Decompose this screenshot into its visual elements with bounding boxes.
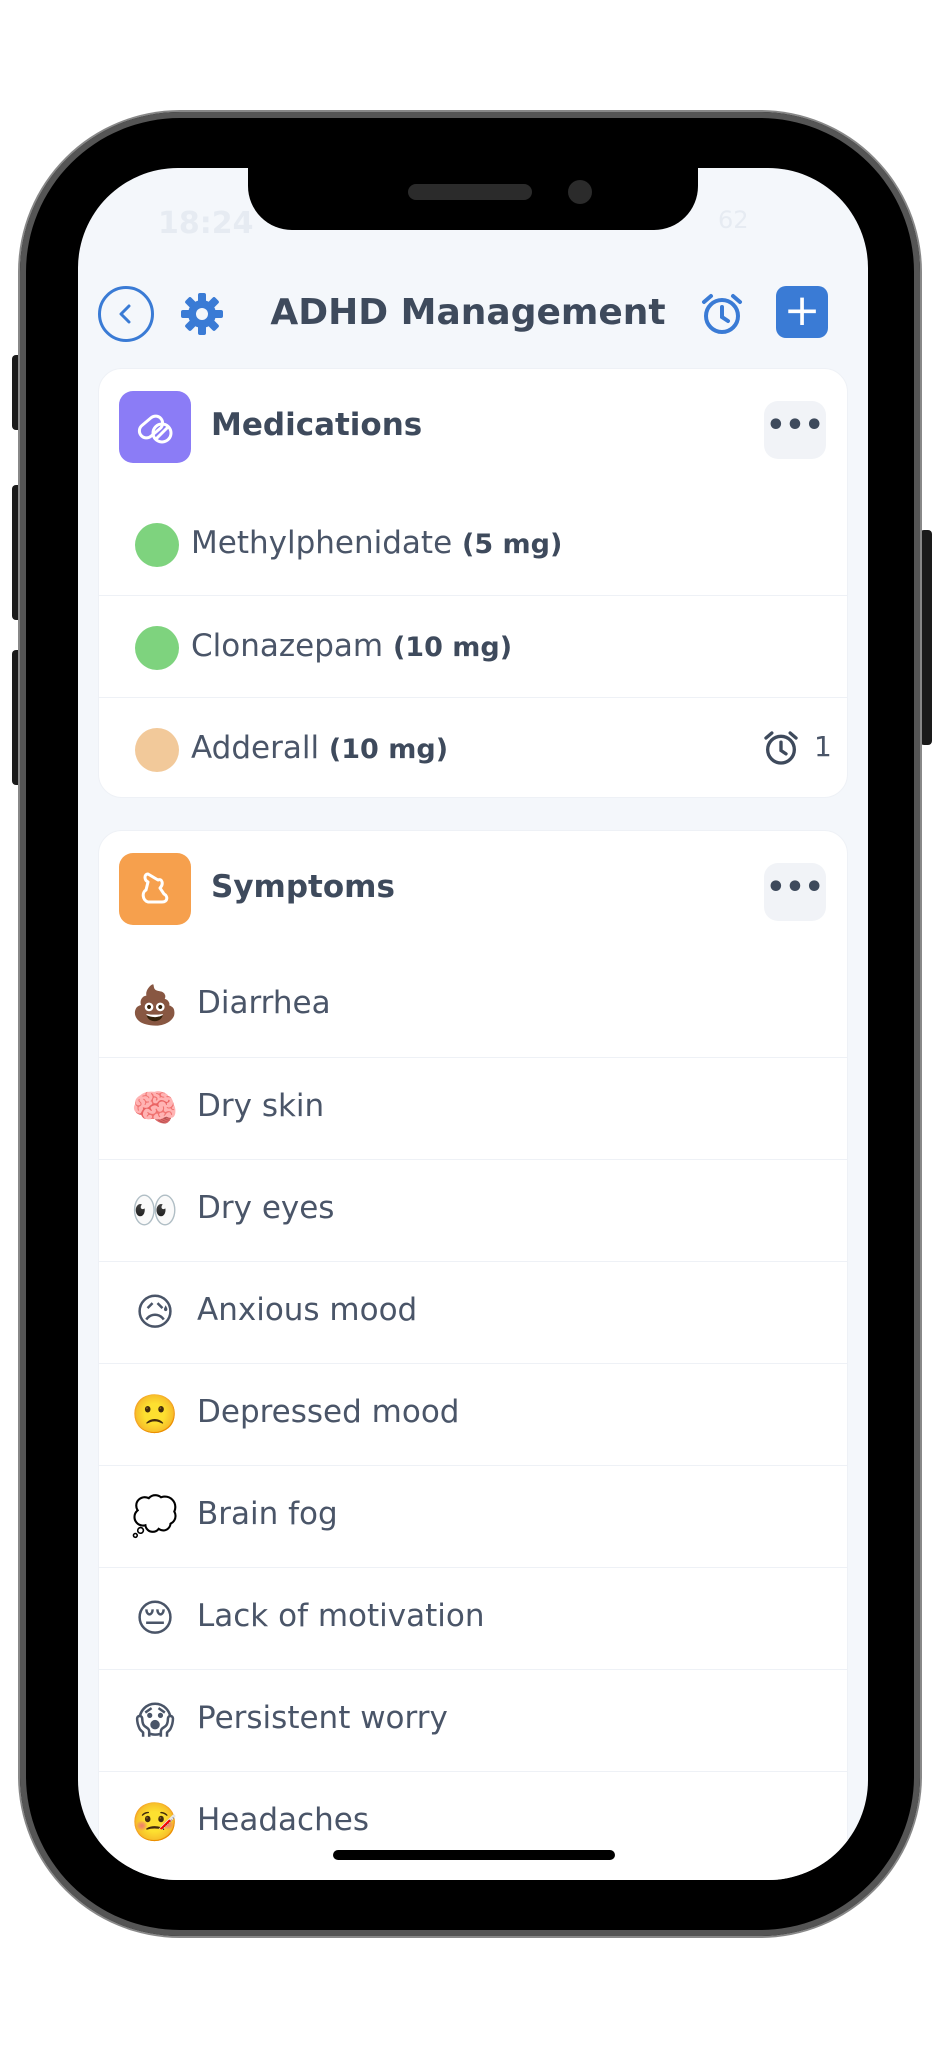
medication-name: Methylphenidate	[191, 525, 453, 561]
alarm-clock-icon[interactable]	[761, 728, 801, 768]
medication-name: Clonazepam	[191, 628, 384, 664]
poop-emoji-icon: 💩	[131, 983, 179, 1027]
medication-row[interactable]: Clonazepam (10 mg)	[99, 595, 847, 698]
green-pill-icon	[135, 626, 179, 670]
symptom-name: Anxious mood	[197, 1292, 418, 1328]
symptoms-more-button[interactable]: •••	[764, 863, 826, 921]
thermometer-face-emoji-icon: 🤒	[131, 1800, 179, 1844]
medications-more-button[interactable]: •••	[764, 401, 826, 459]
app-header: ADHD Management +	[78, 278, 868, 358]
chevron-left-icon	[119, 304, 131, 324]
symptoms-title: Symptoms	[211, 869, 395, 905]
status-battery: 62	[718, 206, 749, 234]
medication-dose: (10 mg)	[328, 734, 449, 765]
medication-dose: (10 mg)	[392, 632, 513, 663]
alarm-clock-icon[interactable]	[698, 290, 746, 338]
thought-bubble-emoji-icon: 💭	[131, 1494, 179, 1538]
symptom-name: Headaches	[197, 1802, 369, 1838]
symptom-name: Diarrhea	[197, 985, 331, 1021]
medication-dose: (5 mg)	[462, 529, 563, 560]
reminder-count: 1	[814, 730, 832, 763]
symptom-row[interactable]: 💩 Diarrhea	[99, 955, 847, 1057]
speaker	[408, 184, 532, 200]
symptoms-card: Symptoms ••• 💩 Diarrhea 🧠 Dry skin 👀 Dry…	[98, 830, 848, 1880]
screaming-face-emoji-icon: 😱	[135, 1698, 175, 1742]
anxious-face-emoji-icon: 😥	[135, 1290, 175, 1334]
orange-pill-icon	[135, 728, 179, 772]
symptom-row[interactable]: 😔 Lack of motivation	[99, 1567, 847, 1670]
symptom-name: Lack of motivation	[197, 1598, 485, 1634]
back-button[interactable]	[98, 286, 154, 342]
symptoms-header: Symptoms •••	[99, 831, 847, 955]
medications-header: Medications •••	[99, 369, 847, 493]
pensive-face-emoji-icon: 😔	[135, 1596, 175, 1640]
camera	[568, 180, 592, 204]
symptom-name: Dry skin	[197, 1088, 325, 1124]
medications-title: Medications	[211, 407, 423, 443]
home-indicator[interactable]	[333, 1850, 615, 1860]
phone-screen: 18:24 62 ADHD Management + Medications •…	[78, 168, 868, 1880]
pills-icon	[119, 391, 191, 463]
notch	[248, 168, 698, 230]
symptom-name: Depressed mood	[197, 1394, 460, 1430]
green-pill-icon	[135, 523, 179, 567]
frowning-face-emoji-icon: 🙁	[131, 1392, 179, 1436]
symptom-row[interactable]: 👀 Dry eyes	[99, 1159, 847, 1262]
medication-row[interactable]: Adderall (10 mg) 1	[99, 697, 847, 800]
symptom-name: Brain fog	[197, 1496, 338, 1532]
add-button[interactable]: +	[776, 286, 828, 338]
symptom-row[interactable]: 😱 Persistent worry	[99, 1669, 847, 1772]
medication-row[interactable]: Methylphenidate (5 mg)	[99, 493, 847, 595]
power-button	[920, 530, 932, 745]
symptom-row[interactable]: 🙁 Depressed mood	[99, 1363, 847, 1466]
symptom-row[interactable]: 😥 Anxious mood	[99, 1261, 847, 1364]
symptom-icon	[119, 853, 191, 925]
gear-icon[interactable]	[178, 290, 226, 338]
brain-emoji-icon: 🧠	[131, 1086, 179, 1130]
symptom-row[interactable]: 🧠 Dry skin	[99, 1057, 847, 1160]
medication-name: Adderall	[191, 730, 320, 766]
page-title: ADHD Management	[270, 292, 666, 333]
symptom-name: Persistent worry	[197, 1700, 448, 1736]
symptom-name: Dry eyes	[197, 1190, 335, 1226]
symptom-row[interactable]: 💭 Brain fog	[99, 1465, 847, 1568]
status-time: 18:24	[158, 206, 254, 241]
eyes-emoji-icon: 👀	[131, 1188, 179, 1232]
medications-card: Medications ••• Methylphenidate (5 mg) C…	[98, 368, 848, 798]
